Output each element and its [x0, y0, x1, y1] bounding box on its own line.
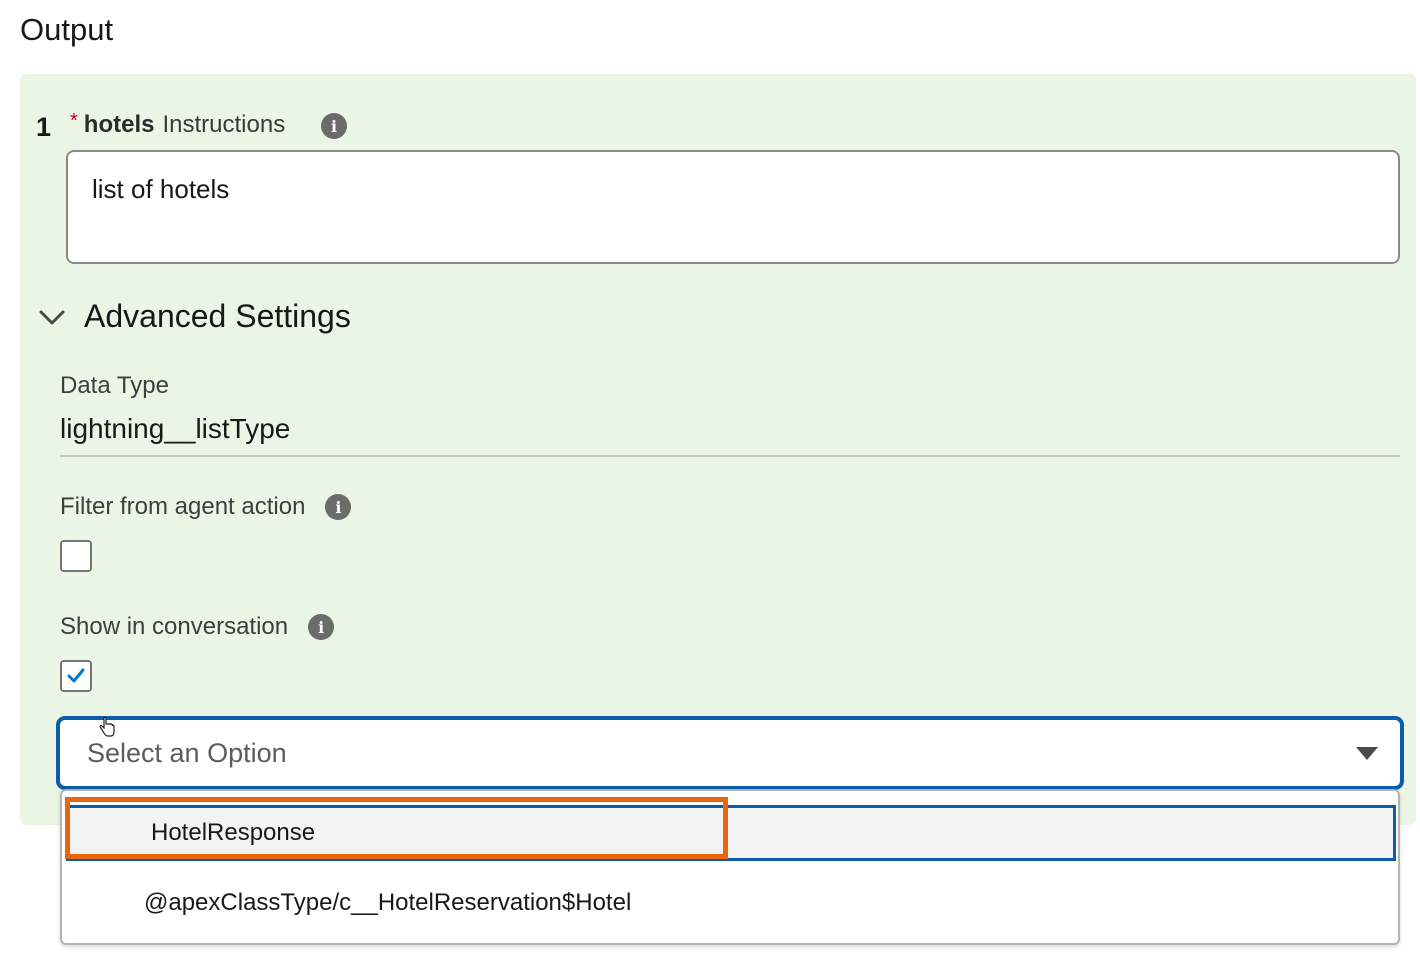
- divider: [60, 455, 1400, 457]
- show-label: Show in conversation: [60, 613, 289, 640]
- hand-cursor-icon: [99, 716, 115, 737]
- show-in-conversation-checkbox[interactable]: [60, 660, 92, 692]
- option-hotel-response[interactable]: HotelResponse: [66, 805, 1396, 861]
- filter-label-row: Filter from agent action i: [60, 493, 352, 521]
- data-type-value: lightning__listType: [60, 413, 291, 444]
- filter-label: Filter from agent action: [60, 493, 306, 520]
- filter-checkbox[interactable]: [60, 540, 92, 572]
- option-apex-class-type[interactable]: @apexClassType/c__HotelReservation$Hotel: [62, 875, 1398, 931]
- show-label-row: Show in conversation i: [60, 613, 335, 641]
- option-label: HotelResponse: [151, 819, 316, 846]
- checkmark-icon: [67, 668, 85, 683]
- required-marker: *: [70, 109, 78, 132]
- advanced-settings-toggle[interactable]: Advanced Settings: [38, 298, 351, 335]
- advanced-settings-title: Advanced Settings: [84, 298, 351, 334]
- instructions-textarea[interactable]: list of hotels: [66, 150, 1400, 264]
- caret-down-icon: [1356, 746, 1378, 760]
- row-number: 1: [36, 112, 52, 142]
- page-title: Output: [20, 12, 114, 47]
- option-label: @apexClassType/c__HotelReservation$Hotel: [144, 889, 632, 916]
- field-name: hotels: [83, 111, 155, 138]
- field-suffix: Instructions: [162, 111, 286, 138]
- data-type-label: Data Type: [60, 372, 169, 399]
- info-icon[interactable]: i: [308, 614, 335, 640]
- instructions-field-label: * hotels Instructions: [70, 109, 286, 139]
- option-select[interactable]: Select an Option: [57, 717, 1403, 789]
- info-icon[interactable]: i: [321, 113, 347, 139]
- info-icon[interactable]: i: [325, 494, 352, 520]
- select-placeholder: Select an Option: [87, 737, 287, 768]
- select-dropdown: HotelResponse @apexClassType/c__HotelRes…: [60, 789, 1400, 945]
- chevron-down-icon: [39, 310, 65, 324]
